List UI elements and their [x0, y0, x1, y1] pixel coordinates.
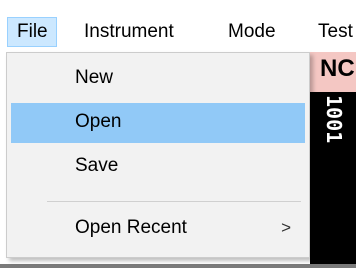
- menu-test[interactable]: Test: [318, 19, 353, 45]
- menu-item-save[interactable]: Save: [11, 147, 305, 187]
- menu-separator: [47, 201, 301, 202]
- menu-item-open[interactable]: Open: [11, 103, 305, 143]
- menu-bar: File Instrument Mode Test: [0, 0, 356, 48]
- menu-instrument[interactable]: Instrument: [84, 19, 174, 45]
- background-vertical-text: 1001: [322, 95, 346, 144]
- menu-item-label: New: [75, 67, 114, 88]
- chevron-right-icon: >: [281, 218, 291, 237]
- menu-item-new[interactable]: New: [11, 59, 305, 99]
- menu-item-label: Open: [75, 111, 122, 132]
- background-header-text: NC: [320, 55, 355, 82]
- menu-item-open-recent[interactable]: Open Recent >: [11, 209, 305, 249]
- background-bottom-bar: [0, 264, 356, 268]
- menu-file[interactable]: File: [7, 17, 57, 47]
- menu-mode[interactable]: Mode: [228, 19, 276, 45]
- file-menu-dropdown: New Open Save Open Recent >: [6, 52, 310, 258]
- menu-item-label: Open Recent: [75, 217, 187, 238]
- menu-item-label: Save: [75, 155, 119, 176]
